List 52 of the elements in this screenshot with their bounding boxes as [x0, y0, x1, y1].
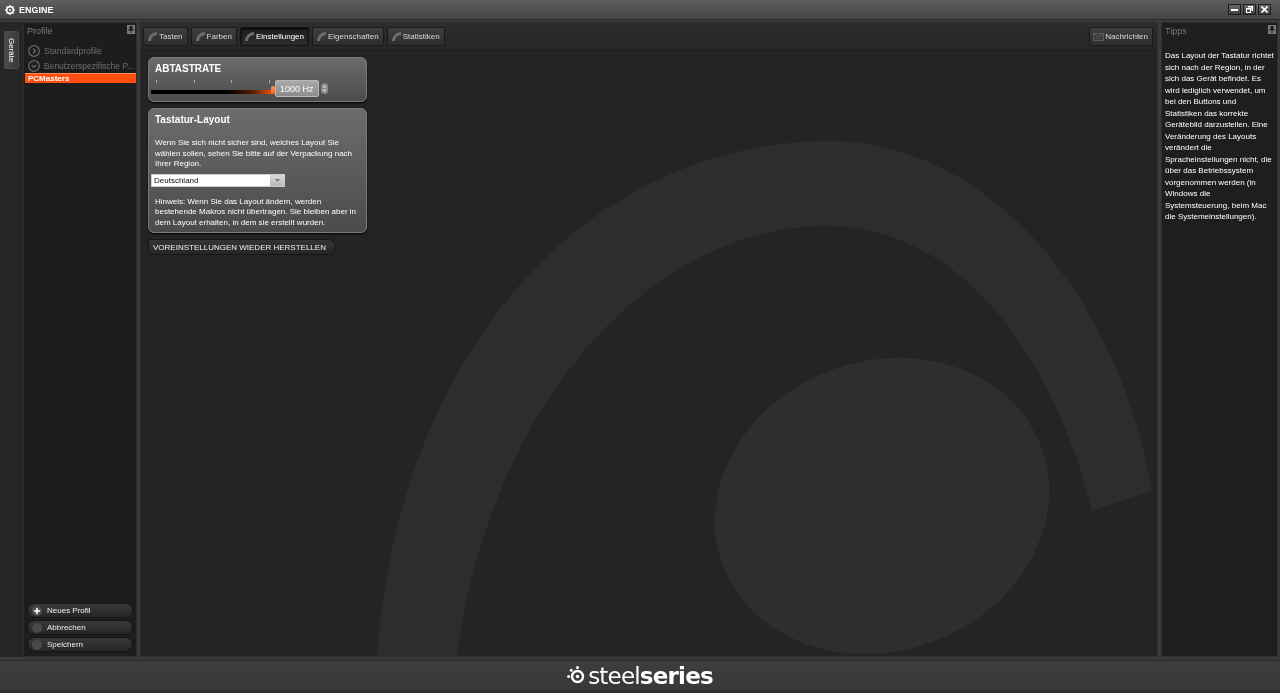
- spinner-arrows-icon[interactable]: [320, 83, 328, 94]
- swirl-icon: [243, 31, 255, 42]
- messages-button[interactable]: Nachrichten: [1089, 27, 1153, 46]
- restore-icon: [1246, 6, 1253, 13]
- chevron-right-icon[interactable]: [28, 44, 40, 57]
- pin-icon: [128, 26, 134, 33]
- tips-text: Das Layout der Tastatur richtet sich nach der Region, in der sich das Gerät befindet. Es wird lediglich verwendet, um bei den Buttons und Statistiken das korrekte Gerätebild darzustellen. Eine Veränderung des Layouts verändert die Spracheinstellungen nicht, die über das Betriebssystem vorgenommen werden (in Windows die Systemsteuerung, beim Mac die Systemeinstellungen).: [1165, 50, 1275, 223]
- tick-mark: [268, 80, 270, 83]
- layout-dropdown[interactable]: Deutschland: [151, 173, 285, 187]
- tab[interactable]: Statistiken: [386, 27, 445, 46]
- restore-button[interactable]: [1243, 4, 1256, 15]
- side-tab[interactable]: Geräte: [4, 31, 19, 70]
- close-icon: [1261, 6, 1268, 13]
- plus-icon: [32, 605, 42, 616]
- card-title: ABTASTRATE: [155, 63, 223, 74]
- minimize-icon: [1231, 8, 1238, 11]
- envelope-icon: [1093, 32, 1105, 41]
- profile-action-button[interactable]: Speichern: [27, 637, 133, 652]
- chevron-down-icon[interactable]: [28, 59, 40, 72]
- slider-thumb[interactable]: [271, 86, 275, 94]
- reset-defaults-button[interactable]: VOREINSTELLUNGEN WIEDER HERSTELLEN: [148, 239, 336, 255]
- tab[interactable]: Einstellungen: [239, 27, 309, 46]
- close-button[interactable]: [1258, 4, 1271, 15]
- slider-track[interactable]: [151, 85, 275, 94]
- tick-mark: [231, 80, 233, 83]
- tab[interactable]: Tasten: [143, 27, 188, 46]
- minimize-button[interactable]: [1228, 4, 1241, 15]
- swirl-icon: [316, 31, 327, 42]
- window-title: ENGINE: [19, 4, 54, 15]
- panel-title: Profile: [27, 26, 53, 36]
- circle-icon: [32, 622, 42, 633]
- swirl-icon: [147, 31, 158, 42]
- logo-text: steelseries: [588, 663, 713, 688]
- tab[interactable]: Farben: [190, 27, 237, 46]
- swirl-icon: [390, 31, 402, 42]
- tab[interactable]: Eigenschaften: [312, 27, 384, 46]
- circle-icon: [32, 639, 42, 650]
- logo-icon: [567, 666, 587, 685]
- pin-button[interactable]: [127, 25, 135, 34]
- layout-description: Wenn Sie sich nicht sicher sind, welches Layout Sie wählen sollen, sehen Sie bitte auf der Verpackung nach Ihrer Region.: [155, 138, 354, 170]
- profile-action-button[interactable]: Abbrechen: [27, 620, 133, 635]
- gear-icon: [5, 4, 15, 15]
- pin-button[interactable]: [1268, 25, 1276, 34]
- profile-action-button[interactable]: Neues Profil: [27, 603, 133, 618]
- swirl-icon: [194, 31, 206, 42]
- layout-note: Hinweis: Wenn Sie das Layout ändern, werden bestehende Makros nicht übertragen. Sie bleiben aber in dem Layout erhalten, in dem sie erstellt wurden.: [155, 196, 358, 228]
- tick-mark: [193, 80, 195, 83]
- panel-title: Tipps: [1165, 26, 1187, 36]
- tick-mark: [156, 80, 157, 83]
- caret-down-icon: [274, 178, 280, 182]
- pin-icon: [1269, 26, 1275, 33]
- card-title: Tastatur-Layout: [155, 114, 231, 125]
